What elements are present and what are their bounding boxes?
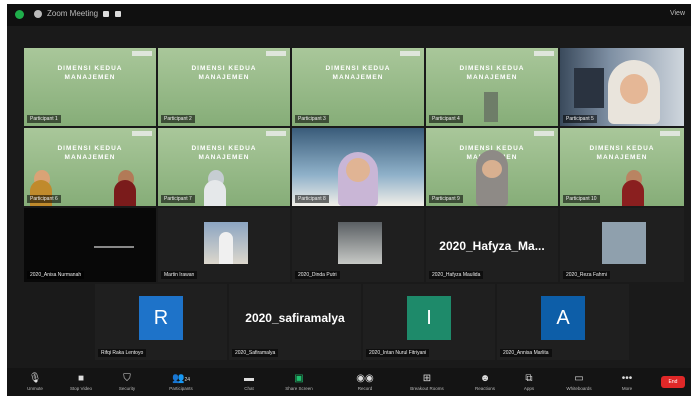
stop-video-button[interactable]: ■ Stop Video xyxy=(59,370,103,396)
video-tile[interactable]: DIMENSI KEDUA MANAJEMEN Participant 3 xyxy=(292,48,424,126)
participant-display-name: 2020_Hafyza_Ma... xyxy=(439,239,545,254)
zoom-window: Zoom Meeting View DIMENSI KEDUA MANAJEMEN… xyxy=(7,4,691,396)
participant-name: Participant 3 xyxy=(295,115,329,123)
video-tile[interactable]: DIMENSI KEDUA MANAJEMEN Participant 2 xyxy=(158,48,290,126)
end-meeting-button[interactable]: End xyxy=(661,376,685,388)
participant-name: Participant 1 xyxy=(27,115,61,123)
record-icon: ◉◉ xyxy=(356,373,374,384)
video-tile[interactable]: Participant 5 xyxy=(560,48,684,126)
video-tile[interactable]: DIMENSI KEDUA MANAJEMEN Participant 4 xyxy=(426,48,558,126)
whiteboards-button[interactable]: ▭ Whiteboards xyxy=(557,370,601,396)
video-tile[interactable]: DIMENSI KEDUAMANAJEMEN Participant 9 xyxy=(426,128,558,206)
video-tile[interactable]: Martin Irawan xyxy=(158,208,290,282)
video-tile[interactable]: DIMENSI KEDUA MANAJEMEN Participant 10 xyxy=(560,128,684,206)
top-bar: Zoom Meeting View xyxy=(7,4,691,26)
participant-name: Participant 5 xyxy=(563,115,597,123)
slide-header xyxy=(132,51,152,56)
more-button[interactable]: ••• More xyxy=(605,370,649,396)
video-tile[interactable]: R Rifqi Raka Lentoyo xyxy=(95,284,227,360)
view-button[interactable]: View xyxy=(670,10,685,17)
recording-icon xyxy=(103,11,109,17)
participant-name: 2020_Intan Nurul Fitriyani xyxy=(366,349,430,357)
participant-name: 2020_Safiramalya xyxy=(232,349,279,357)
reactions-button[interactable]: ☻ Reactions xyxy=(463,370,507,396)
apps-icon: ⧉ xyxy=(525,373,533,384)
participant-name: Participant 9 xyxy=(429,195,463,203)
video-tile-active-speaker[interactable]: DIMENSI KEDUA MANAJEMEN Participant 7 xyxy=(158,128,290,206)
video-tile[interactable]: Participant 8 xyxy=(292,128,424,206)
participant-display-name: 2020_safiramalya xyxy=(245,311,345,326)
avatar: A xyxy=(541,296,585,340)
participant-name: 2020_Hafyza Maulida xyxy=(429,271,484,279)
participant-name: Participant 10 xyxy=(563,195,600,203)
participant-name: 2020_Anisa Nurmanah xyxy=(27,271,85,279)
meeting-title: Zoom Meeting xyxy=(47,9,99,18)
video-tile[interactable]: DIMENSI KEDUA MANAJEMEN Participant 1 xyxy=(24,48,156,126)
avatar: I xyxy=(407,296,451,340)
shield-icon: ⛉ xyxy=(123,373,131,384)
video-tile[interactable]: 2020_Hafyza_Ma... 2020_Hafyza Maulida xyxy=(426,208,558,282)
whiteboard-icon: ▭ xyxy=(574,373,584,384)
breakout-rooms-icon: ⊞ xyxy=(422,373,432,384)
video-tile[interactable]: 2020_Anisa Nurmanah xyxy=(24,208,156,282)
apps-button[interactable]: ⧉ Apps xyxy=(507,370,551,396)
share-screen-button[interactable]: ▣ Share Screen xyxy=(277,370,321,396)
video-tile[interactable]: 2020_safiramalya 2020_Safiramalya xyxy=(229,284,361,360)
meeting-toolbar: 🎙 Unmute ■ Stop Video ⛉ Security 👥24 Par… xyxy=(7,368,691,396)
participant-name: Participant 4 xyxy=(429,115,463,123)
chat-button[interactable]: ▬ Chat xyxy=(227,370,271,396)
window-background xyxy=(574,68,604,108)
participant-name: Participant 2 xyxy=(161,115,195,123)
participant-name: 2020_Dinda Putri xyxy=(295,271,340,279)
participant-name: 2020_Annisa Marlita xyxy=(500,349,552,357)
share-screen-icon: ▣ xyxy=(294,373,304,384)
security-button[interactable]: ⛉ Security xyxy=(105,370,149,396)
participant-name: Martin Irawan xyxy=(161,271,198,279)
record-button[interactable]: ◉◉ Record xyxy=(343,370,387,396)
participants-icon: 👥24 xyxy=(171,373,190,384)
avatar: R xyxy=(139,296,183,340)
video-tile[interactable]: 2020_Dinda Putri xyxy=(292,208,424,282)
breakout-rooms-button[interactable]: ⊞ Breakout Rooms xyxy=(405,370,449,396)
participant-name: Participant 8 xyxy=(295,195,329,203)
camera-icon: ■ xyxy=(77,373,85,384)
video-tile[interactable]: 2020_Reza Fahmi xyxy=(560,208,684,282)
participant-name: 2020_Reza Fahmi xyxy=(563,271,610,279)
reactions-icon: ☻ xyxy=(479,373,491,384)
microphone-icon: 🎙 xyxy=(28,373,42,384)
person-silhouette xyxy=(484,92,498,122)
participant-name: Participant 7 xyxy=(161,195,195,203)
security-shield-icon[interactable] xyxy=(15,10,24,19)
info-icon[interactable] xyxy=(34,10,42,18)
video-tile[interactable]: DIMENSI KEDUA MANAJEMEN Participant 6 xyxy=(24,128,156,206)
chat-icon: ▬ xyxy=(244,373,254,384)
video-tile[interactable]: I 2020_Intan Nurul Fitriyani xyxy=(363,284,495,360)
profile-picture xyxy=(338,222,382,264)
video-tile[interactable]: A 2020_Annisa Marlita xyxy=(497,284,629,360)
participant-video xyxy=(476,150,508,206)
profile-picture xyxy=(602,222,646,264)
participant-name: Rifqi Raka Lentoyo xyxy=(98,349,147,357)
unmute-button[interactable]: 🎙 Unmute xyxy=(13,370,57,396)
participants-button[interactable]: 👥24 Participants xyxy=(159,370,203,396)
more-icon: ••• xyxy=(621,373,633,384)
fullscreen-icon[interactable] xyxy=(115,11,121,17)
participant-name: Participant 6 xyxy=(27,195,61,203)
